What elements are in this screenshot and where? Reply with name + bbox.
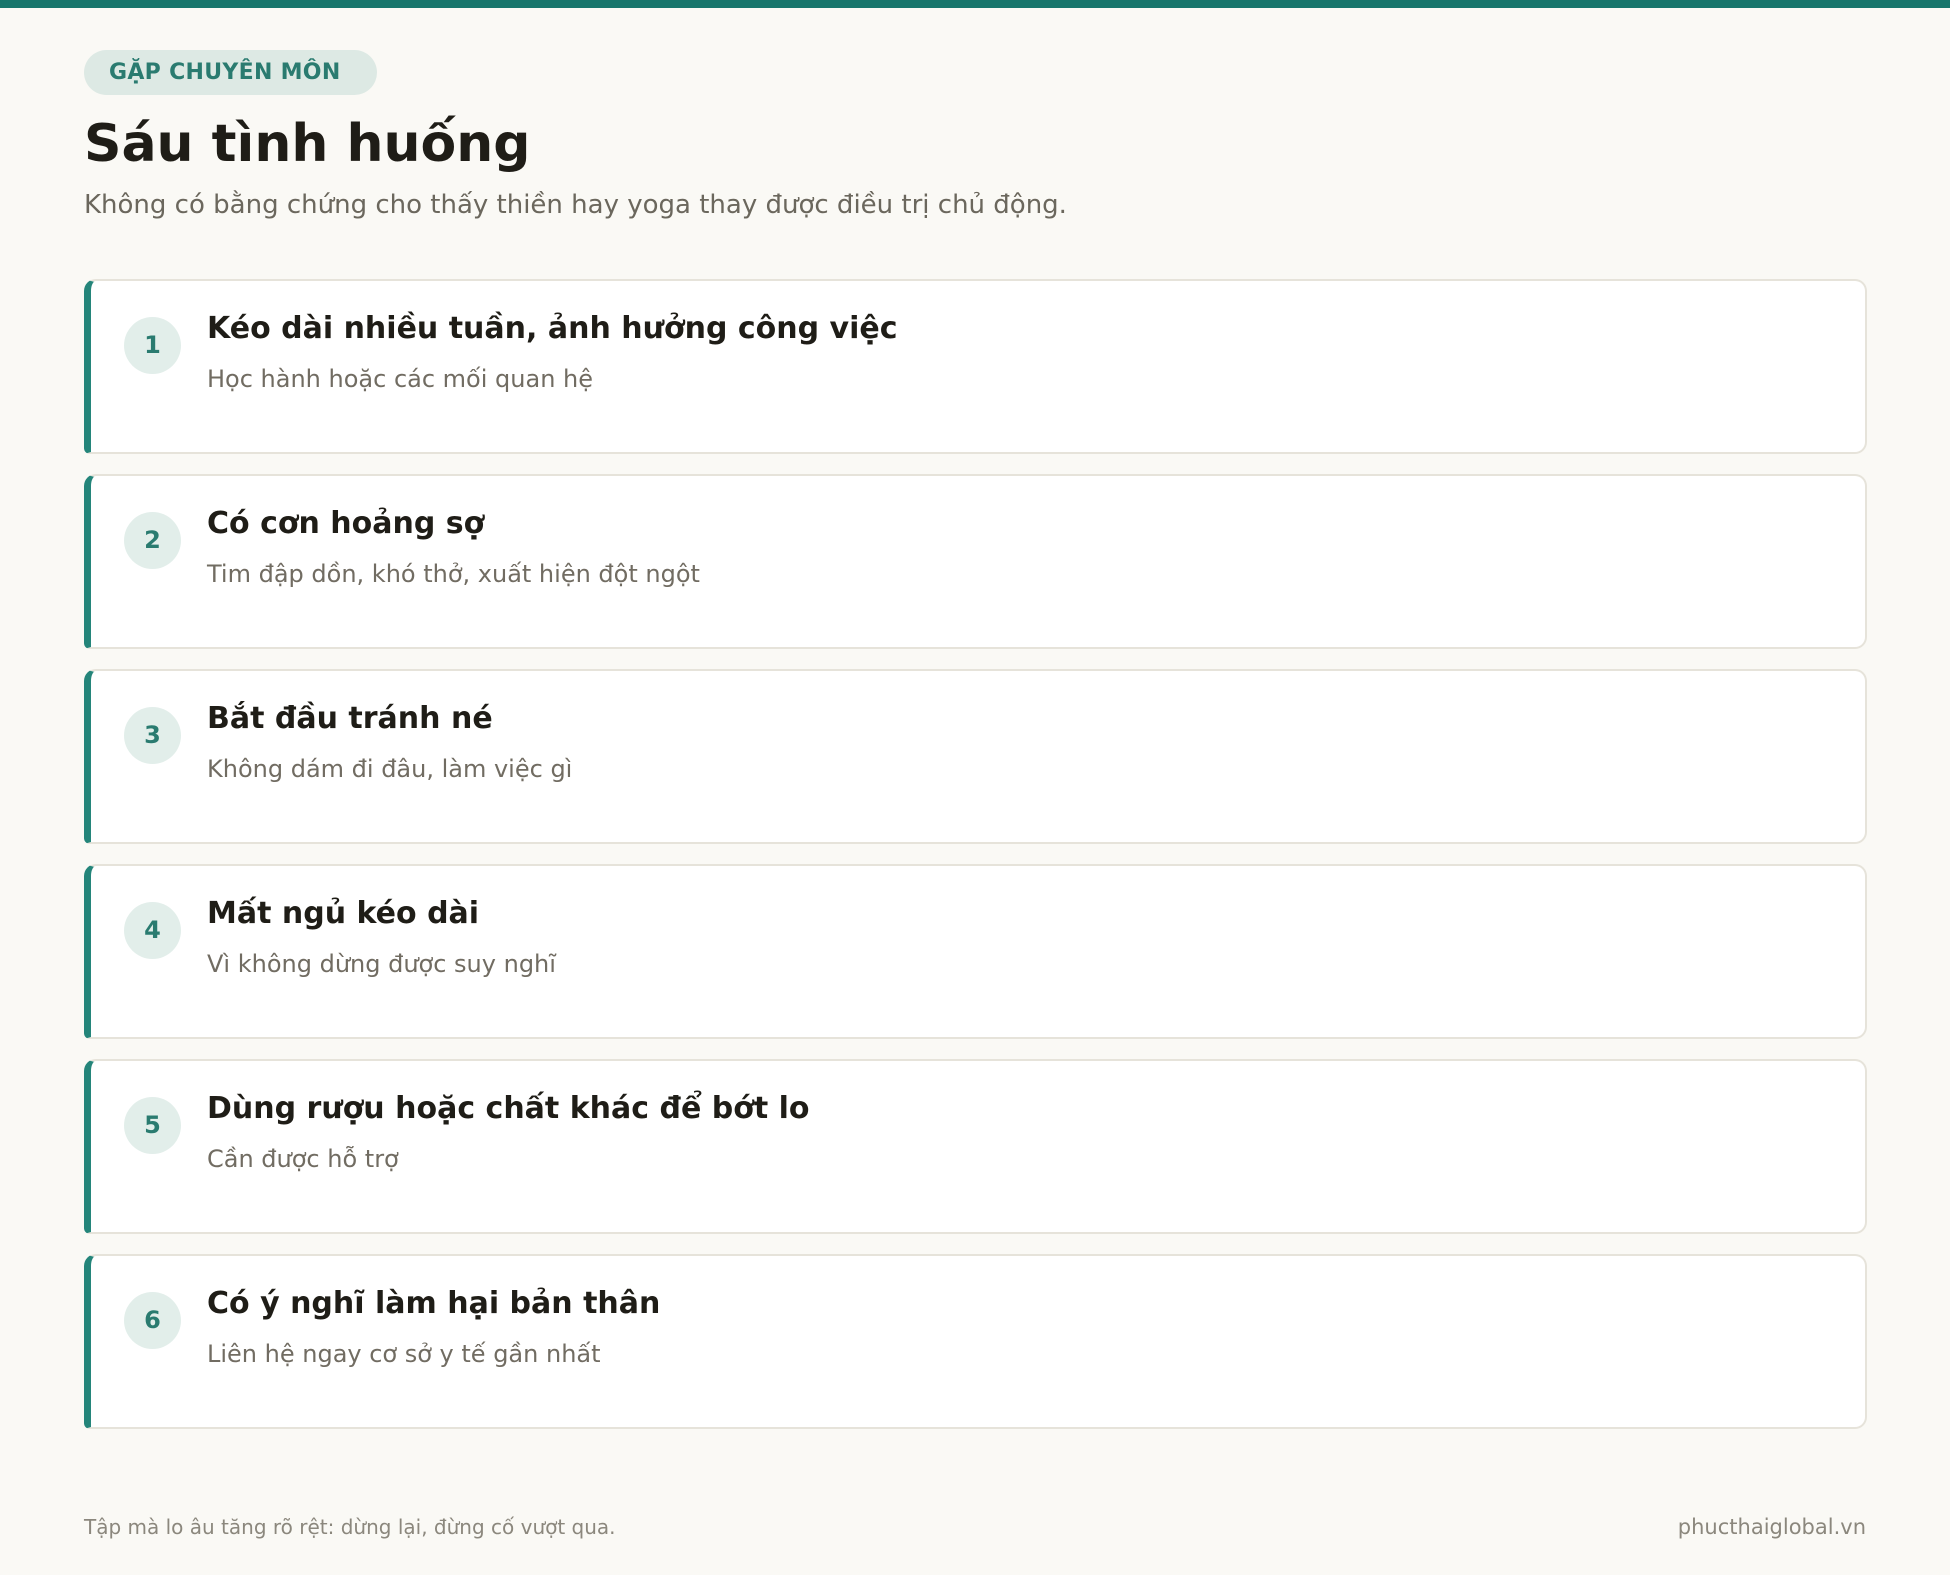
page-title: Sáu tình huống xyxy=(84,114,531,174)
footer-note: Tập mà lo âu tăng rõ rệt: dừng lại, đừng… xyxy=(84,1515,616,1539)
situation-description: Liên hệ ngay cơ sở y tế gần nhất xyxy=(207,1339,601,1368)
situation-card-5: 5 Dùng rượu hoặc chất khác để bớt lo Cần… xyxy=(84,1058,1867,1234)
situation-title: Có cơn hoảng sợ xyxy=(207,505,485,541)
situation-description: Không dám đi đâu, làm việc gì xyxy=(207,754,573,783)
footer-site[interactable]: phucthaiglobal.vn xyxy=(1678,1515,1866,1539)
situation-title: Dùng rượu hoặc chất khác để bớt lo xyxy=(207,1090,810,1126)
top-accent-bar xyxy=(0,0,1950,8)
situation-description: Cần được hỗ trợ xyxy=(207,1144,399,1173)
situation-title: Kéo dài nhiều tuần, ảnh hưởng công việc xyxy=(207,310,898,346)
situation-number: 3 xyxy=(124,706,181,764)
situation-card-3: 3 Bắt đầu tránh né Không dám đi đâu, làm… xyxy=(84,668,1867,844)
page-subtitle: Không có bằng chứng cho thấy thiền hay y… xyxy=(84,189,1067,220)
situation-number: 6 xyxy=(124,1291,181,1349)
situation-number: 5 xyxy=(124,1096,181,1154)
situation-card-1: 1 Kéo dài nhiều tuần, ảnh hưởng công việ… xyxy=(84,278,1867,454)
situation-title: Có ý nghĩ làm hại bản thân xyxy=(207,1285,661,1321)
situation-number: 2 xyxy=(124,511,181,569)
situation-description: Học hành hoặc các mối quan hệ xyxy=(207,364,594,393)
situation-card-2: 2 Có cơn hoảng sợ Tim đập dồn, khó thở, … xyxy=(84,473,1867,649)
situation-description: Tim đập dồn, khó thở, xuất hiện đột ngột xyxy=(207,559,700,588)
situation-title: Bắt đầu tránh né xyxy=(207,700,493,736)
situation-card-6: 6 Có ý nghĩ làm hại bản thân Liên hệ nga… xyxy=(84,1253,1867,1429)
situation-number: 1 xyxy=(124,316,181,374)
situation-list: 1 Kéo dài nhiều tuần, ảnh hưởng công việ… xyxy=(84,278,1867,1429)
situation-title: Mất ngủ kéo dài xyxy=(207,895,480,931)
situation-description: Vì không dừng được suy nghĩ xyxy=(207,949,556,978)
situation-card-4: 4 Mất ngủ kéo dài Vì không dừng được suy… xyxy=(84,863,1867,1039)
situation-number: 4 xyxy=(124,901,181,959)
page-content: GẶP CHUYÊN MÔN Sáu tình huống Không có b… xyxy=(84,50,1867,1449)
section-badge: GẶP CHUYÊN MÔN xyxy=(84,50,377,95)
